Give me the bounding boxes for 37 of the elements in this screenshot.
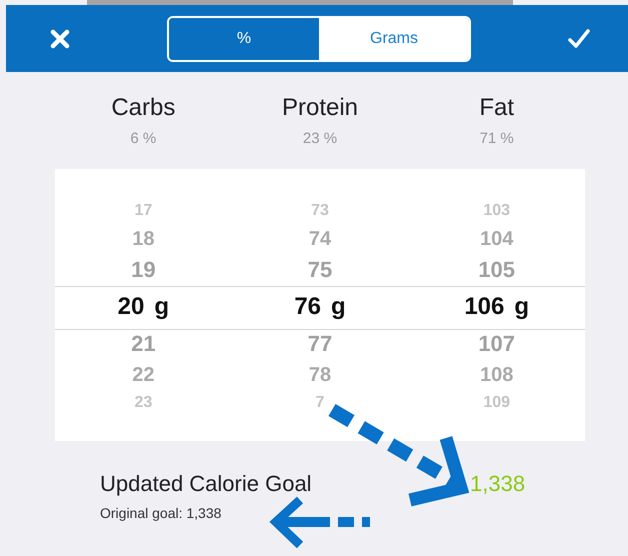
number-picker[interactable]: 17 18 19 20 g 21 22 23 73 74 75 76 g 77 78 7 103 104 105 106 g 107 108 109	[55, 169, 585, 441]
goal-title: Updated Calorie Goal	[100, 471, 313, 497]
picker-value[interactable]: 23	[134, 394, 152, 412]
checkmark-icon[interactable]	[568, 28, 590, 48]
picker-value[interactable]: 105	[478, 257, 516, 283]
picker-value[interactable]: 104	[480, 228, 514, 250]
picker-value[interactable]: 74	[308, 228, 332, 250]
original-goal: Original goal: 1,338	[100, 505, 222, 521]
picker-value[interactable]: 78	[308, 364, 332, 386]
picker-value[interactable]: 21	[131, 331, 156, 357]
picker-value[interactable]: 20	[118, 293, 144, 321]
macro-name: Fat	[479, 94, 514, 122]
picker-value[interactable]: 108	[480, 364, 514, 386]
picker-value[interactable]: 73	[311, 202, 329, 220]
picker-value[interactable]: 18	[132, 228, 154, 250]
segment-tab[interactable]: Grams	[319, 18, 469, 60]
macro-percent: 23 %	[302, 130, 338, 147]
close-icon[interactable]	[50, 28, 70, 48]
macro-name: Protein	[282, 94, 358, 122]
picker-value[interactable]: 76	[294, 293, 322, 321]
picker-value[interactable]: 22	[132, 364, 154, 386]
picker-value[interactable]: 107	[478, 331, 516, 357]
macro-percent: 6 %	[130, 130, 156, 147]
macro-percent: 71 %	[480, 130, 514, 147]
unit-label: g	[154, 293, 170, 321]
goal-value: 1,338	[470, 471, 526, 497]
picker-value[interactable]: 19	[131, 257, 156, 283]
picker-value[interactable]: 103	[483, 202, 510, 220]
picker-value[interactable]: 106	[464, 293, 504, 321]
macro-name: Carbs	[111, 94, 176, 122]
picker-value[interactable]: 77	[308, 331, 332, 357]
unit-label: g	[331, 293, 346, 321]
picker-value[interactable]: 7	[316, 394, 324, 412]
unit-label: g	[514, 293, 530, 321]
picker-value[interactable]: 109	[483, 394, 510, 412]
picker-value[interactable]: 75	[308, 257, 332, 283]
picker-value[interactable]: 17	[134, 202, 152, 220]
